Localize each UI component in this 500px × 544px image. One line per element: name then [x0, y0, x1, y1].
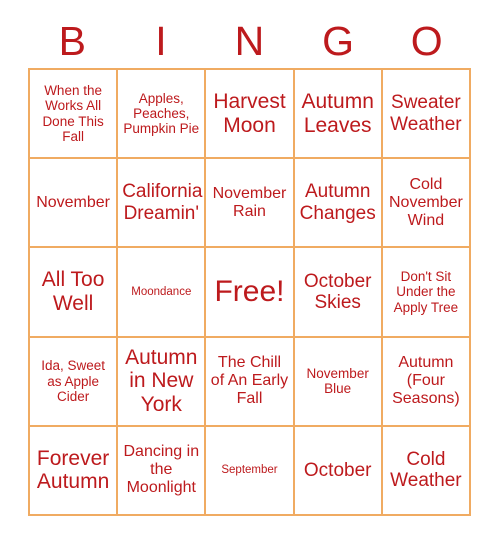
- bingo-cell[interactable]: California Dreamin': [118, 159, 207, 249]
- bingo-cell[interactable]: November Rain: [206, 159, 295, 249]
- bingo-cell[interactable]: November Blue: [294, 337, 383, 427]
- bingo-cell[interactable]: Cold Weather: [382, 426, 471, 516]
- bingo-cell[interactable]: October: [294, 426, 383, 516]
- bingo-cell-label: Harvest Moon: [213, 89, 286, 137]
- bingo-cell-label: Sweater Weather: [390, 92, 462, 135]
- header-letter-o: O: [410, 17, 443, 64]
- header-letter-b: B: [58, 17, 86, 64]
- bingo-cell-free-space[interactable]: Free!: [206, 248, 295, 338]
- bingo-cell-label: Ida, Sweet as Apple Cider: [41, 358, 105, 404]
- bingo-cell[interactable]: Cold November Wind: [382, 159, 471, 249]
- bingo-cell[interactable]: October Skies: [294, 248, 383, 338]
- bingo-cell-label: Don't Sit Under the Apply Tree: [393, 269, 459, 315]
- bingo-cell[interactable]: November: [30, 159, 119, 249]
- bingo-cell-label: The Chill of An Early Fall: [210, 354, 289, 408]
- bingo-cell-label: Autumn Leaves: [301, 89, 374, 137]
- bingo-cell-label: Dancing in the Moonlight: [123, 443, 200, 497]
- bingo-cell[interactable]: Harvest Moon: [206, 70, 295, 160]
- bingo-cell-label: November: [36, 193, 110, 211]
- bingo-cell[interactable]: Autumn in New York: [118, 337, 207, 427]
- bingo-card: B I N G O When the Works All Done This F…: [0, 0, 500, 544]
- bingo-cell-label: California Dreamin': [122, 181, 203, 224]
- bingo-cell-label: Autumn (Four Seasons): [392, 354, 460, 408]
- bingo-cell-label: Moondance: [131, 285, 192, 298]
- bingo-cell-label: All Too Well: [41, 268, 105, 315]
- bingo-cell-label: Autumn in New York: [125, 345, 198, 417]
- bingo-cell-label: October: [303, 459, 372, 481]
- bingo-cell[interactable]: Autumn (Four Seasons): [382, 337, 471, 427]
- bingo-cell-label: Free!: [214, 275, 285, 309]
- bingo-cell[interactable]: Ida, Sweet as Apple Cider: [30, 337, 119, 427]
- bingo-cell-label: November Rain: [212, 184, 287, 220]
- header-letter-n: N: [234, 17, 265, 64]
- bingo-grid: When the Works All Done This Fall Apples,…: [28, 68, 471, 516]
- bingo-cell-label: November Blue: [306, 365, 369, 397]
- bingo-cell[interactable]: September: [206, 426, 295, 516]
- bingo-cell-label: October Skies: [303, 270, 372, 313]
- bingo-cell[interactable]: Sweater Weather: [382, 70, 471, 160]
- bingo-cell-label: September: [221, 463, 278, 476]
- bingo-cell[interactable]: Apples, Peaches, Pumpkin Pie: [118, 70, 207, 160]
- bingo-cell[interactable]: The Chill of An Early Fall: [206, 337, 295, 427]
- bingo-cell-label: When the Works All Done This Fall: [42, 83, 104, 144]
- header-letter-g: G: [322, 17, 355, 64]
- bingo-cell[interactable]: Moondance: [118, 248, 207, 338]
- bingo-cell[interactable]: Autumn Changes: [294, 159, 383, 249]
- bingo-cell-label: Forever Autumn: [36, 446, 110, 494]
- bingo-cell[interactable]: Don't Sit Under the Apply Tree: [382, 248, 471, 338]
- bingo-cell-label: Apples, Peaches, Pumpkin Pie: [123, 90, 200, 137]
- bingo-header-row: B I N G O: [28, 14, 471, 68]
- bingo-cell[interactable]: When the Works All Done This Fall: [30, 70, 119, 160]
- bingo-cell-label: Autumn Changes: [299, 181, 376, 224]
- bingo-cell[interactable]: Autumn Leaves: [294, 70, 383, 160]
- bingo-cell-label: Cold Weather: [390, 448, 462, 492]
- header-letter-i: I: [155, 17, 167, 64]
- bingo-cell[interactable]: Dancing in the Moonlight: [118, 426, 207, 516]
- bingo-cell-label: Cold November Wind: [388, 175, 463, 229]
- bingo-cell[interactable]: Forever Autumn: [30, 426, 119, 516]
- bingo-cell[interactable]: All Too Well: [30, 248, 119, 338]
